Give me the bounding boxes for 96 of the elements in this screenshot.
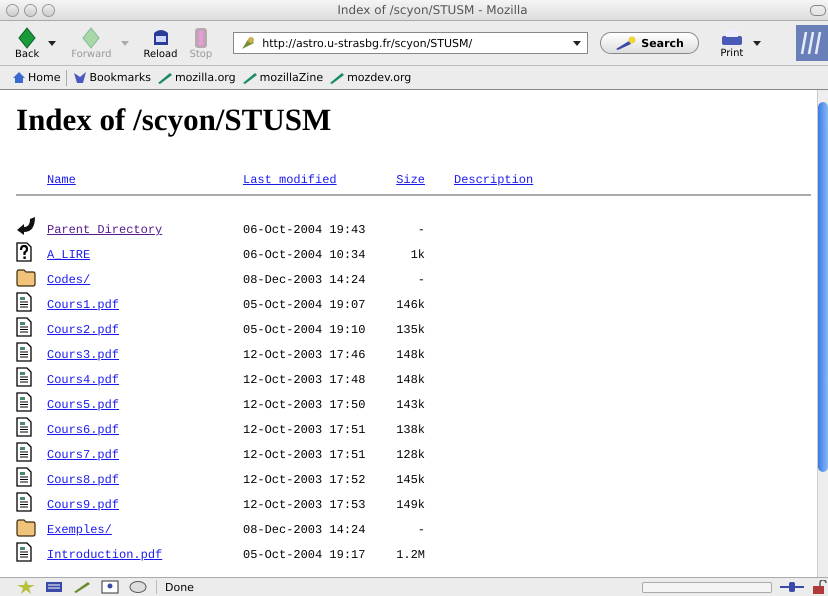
search-button[interactable]: Search (600, 32, 699, 54)
document-icon (16, 467, 32, 487)
modified-date: 12-Oct-2003 17:46 (243, 348, 366, 362)
toolbar-button[interactable]: Reload (140, 26, 181, 60)
bookmark-link[interactable]: mozdev.org (329, 71, 412, 84)
back-arrow-icon (16, 215, 36, 237)
file-link[interactable]: Cours6.pdf (47, 423, 120, 437)
modified-date: 12-Oct-2003 17:53 (243, 498, 366, 512)
modified-date: 06-Oct-2004 19:43 (243, 223, 366, 237)
column-header-link[interactable]: Last modified (243, 173, 337, 187)
modified-date: 05-Oct-2004 19:17 (243, 548, 366, 562)
document-icon (16, 317, 32, 337)
bookmark-link[interactable]: mozilla.org (156, 71, 236, 84)
file-size: 146k (396, 298, 425, 312)
modified-date: 06-Oct-2004 10:34 (243, 248, 366, 262)
connection-icon (780, 581, 804, 593)
toolbar-button[interactable]: Back (12, 26, 42, 60)
file-link[interactable]: Cours1.pdf (47, 298, 120, 312)
bookmark-icon (73, 71, 88, 84)
pen-icon (329, 72, 346, 84)
document-icon (16, 392, 32, 412)
file-size: - (418, 273, 425, 287)
document-icon (16, 492, 32, 512)
file-link[interactable]: Introduction.pdf (47, 548, 162, 562)
pen-icon (156, 72, 173, 84)
page-heading: Index of /scyon/STUSM (16, 102, 332, 138)
modified-date: 08-Dec-2003 14:24 (243, 523, 366, 537)
house-icon (12, 71, 26, 84)
file-size: - (418, 223, 425, 237)
modified-date: 12-Oct-2003 17:48 (243, 373, 366, 387)
folder-icon (16, 269, 36, 287)
padlock-icon (812, 580, 828, 594)
file-size: 148k (396, 348, 425, 362)
document-icon (16, 342, 32, 362)
minimize-button[interactable] (24, 4, 37, 16)
file-size: 135k (396, 323, 425, 337)
composer-icon[interactable] (44, 580, 64, 594)
scrollbar[interactable] (817, 90, 828, 577)
close-button[interactable] (6, 4, 19, 16)
printer-icon (720, 28, 744, 48)
dropdown-arrow-icon[interactable] (48, 40, 56, 46)
file-size: 143k (396, 398, 425, 412)
file-link[interactable]: Cours7.pdf (47, 448, 120, 462)
modified-date: 12-Oct-2003 17:51 (243, 423, 366, 437)
document-icon (16, 292, 32, 312)
address-field[interactable]: http://astro.u-strasbg.fr/scyon/STUSM/ (233, 32, 588, 54)
file-size: 1.2M (396, 548, 425, 562)
file-link[interactable]: A_LIRE (47, 248, 90, 262)
file-link[interactable]: Cours9.pdf (47, 498, 120, 512)
modified-date: 12-Oct-2003 17:52 (243, 473, 366, 487)
document-icon (16, 442, 32, 462)
file-link[interactable]: Codes/ (47, 273, 90, 287)
print-button[interactable]: Print (716, 28, 747, 58)
bookmark-link[interactable]: mozillaZine (242, 71, 324, 84)
file-size: 1k (410, 248, 425, 262)
dropdown-arrow-icon[interactable] (752, 40, 761, 46)
modified-date: 08-Dec-2003 14:24 (243, 273, 366, 287)
status-text: Done (165, 580, 195, 594)
file-size: - (418, 523, 425, 537)
document-icon (16, 417, 32, 437)
column-header-link[interactable]: Size (396, 173, 425, 187)
file-link[interactable]: Cours4.pdf (47, 373, 120, 387)
modified-date: 12-Oct-2003 17:51 (243, 448, 366, 462)
window-title: Index of /scyon/STUSM - Mozilla (336, 3, 529, 17)
back-arrow-icon (16, 26, 38, 48)
document-icon (16, 542, 32, 562)
file-size: 145k (396, 473, 425, 487)
modified-date: 05-Oct-2004 19:10 (243, 323, 366, 337)
question-file-icon (16, 242, 32, 262)
file-size: 128k (396, 448, 425, 462)
bookmark-link[interactable]: Home (12, 71, 60, 84)
file-link[interactable]: Cours8.pdf (47, 473, 120, 487)
file-link[interactable]: Cours5.pdf (47, 398, 120, 412)
file-link[interactable]: Exemples/ (47, 523, 112, 537)
toolbar-toggle-button[interactable] (810, 4, 826, 16)
column-header-link[interactable]: Description (454, 173, 534, 187)
file-link[interactable]: Cours3.pdf (47, 348, 120, 362)
pen-icon (242, 72, 258, 84)
dropdown-arrow-icon[interactable] (573, 40, 582, 46)
star-icon[interactable] (16, 580, 36, 594)
pen-icon[interactable] (72, 580, 92, 594)
magic-wand-icon (615, 36, 638, 50)
modified-date: 12-Oct-2003 17:50 (243, 398, 366, 412)
file-link[interactable]: Parent Directory (47, 223, 162, 237)
file-size: 148k (396, 373, 425, 387)
file-link[interactable]: Cours2.pdf (47, 323, 120, 337)
file-size: 149k (396, 498, 425, 512)
zoom-button[interactable] (42, 4, 55, 16)
document-icon (16, 367, 32, 387)
bookmark-link[interactable]: Bookmarks (73, 71, 151, 84)
file-size: 138k (396, 423, 425, 437)
folder-icon (16, 519, 36, 537)
forward-arrow-icon (80, 26, 102, 48)
throbber-icon (796, 25, 828, 61)
column-header-link[interactable]: Name (47, 173, 76, 187)
modified-date: 05-Oct-2004 19:07 (243, 298, 366, 312)
